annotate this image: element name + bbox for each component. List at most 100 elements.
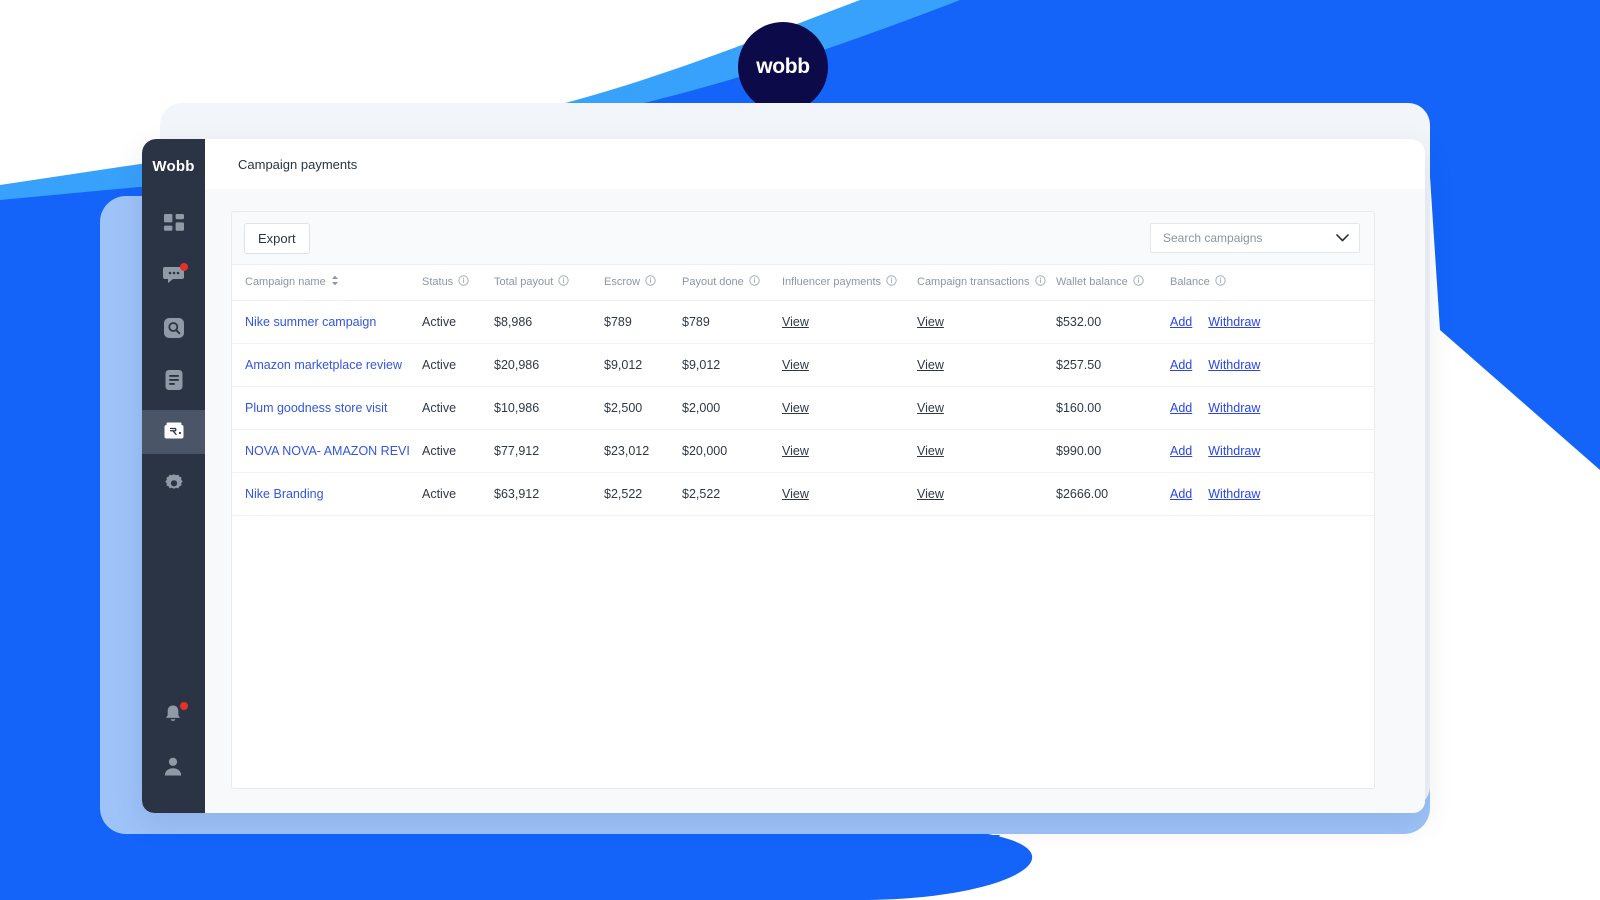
balance-withdraw-link[interactable]: Withdraw [1208,315,1260,329]
influencer-payments-view-link[interactable]: View [782,444,809,458]
column-label: Payout done [682,276,744,288]
info-icon[interactable] [886,275,897,289]
chevron-down-icon [1336,229,1349,247]
column-header-influencer-payments: Influencer payments [782,265,917,301]
info-icon[interactable] [645,275,656,289]
bell-icon [163,704,185,726]
campaign-transactions-view-link[interactable]: View [917,315,944,329]
column-label: Wallet balance [1056,276,1128,288]
sidebar-item-dashboard[interactable] [142,202,205,246]
info-icon[interactable] [558,275,569,289]
search-campaigns-dropdown[interactable] [1150,223,1360,253]
column-header-campaign-name[interactable]: Campaign name [232,265,422,301]
campaign-payments-panel: Export [231,211,1375,789]
info-icon[interactable] [749,275,760,289]
balance-withdraw-link[interactable]: Withdraw [1208,444,1260,458]
sidebar-item-profile[interactable] [142,745,205,789]
influencer-payments-view-link[interactable]: View [782,487,809,501]
column-header-payout-done: Payout done [682,265,782,301]
table-row: Nike Branding Active $63,912 $2,522 $2,5… [232,473,1374,516]
table-row: NOVA NOVA- AMAZON REVI Active $77,912 $2… [232,430,1374,473]
status-cell: Active [422,301,494,344]
campaign-transactions-view-link[interactable]: View [917,401,944,415]
sidebar-item-discover[interactable] [142,306,205,350]
column-header-total-payout: Total payout [494,265,604,301]
campaign-name-link[interactable]: Plum goodness store visit [245,401,387,415]
column-label: Status [422,276,453,288]
balance-withdraw-link[interactable]: Withdraw [1208,401,1260,415]
sidebar-wordmark: Wobb [152,158,194,175]
balance-withdraw-link[interactable]: Withdraw [1208,487,1260,501]
balance-add-link[interactable]: Add [1170,315,1192,329]
sidebar-item-payments[interactable] [142,410,205,454]
sidebar: Wobb [142,139,205,813]
sidebar-item-messages[interactable] [142,254,205,298]
influencer-payments-view-link[interactable]: View [782,401,809,415]
influencer-payments-view-link[interactable]: View [782,358,809,372]
status-cell: Active [422,344,494,387]
table-header-row: Campaign name Status [232,265,1374,301]
main-area: Campaign payments Export [205,139,1425,813]
wallet-balance-cell: $160.00 [1056,387,1170,430]
campaign-name-link[interactable]: NOVA NOVA- AMAZON REVI [245,444,410,458]
column-label: Campaign name [245,276,326,288]
table-toolbar: Export [232,212,1374,265]
chat-icon [163,265,185,287]
table-row: Amazon marketplace review Active $20,986… [232,344,1374,387]
influencer-payments-view-link[interactable]: View [782,315,809,329]
status-cell: Active [422,473,494,516]
info-icon[interactable] [1133,275,1144,289]
sort-icon[interactable] [331,275,339,289]
campaign-name-link[interactable]: Amazon marketplace review [245,358,402,372]
payout-done-cell: $2,522 [682,473,782,516]
table-row: Plum goodness store visit Active $10,986… [232,387,1374,430]
campaign-transactions-view-link[interactable]: View [917,444,944,458]
column-header-balance: Balance [1170,265,1374,301]
notifications-badge-dot [180,702,188,710]
wobb-logo-text: wobb [756,55,810,79]
campaign-payments-table: Campaign name Status [232,265,1374,516]
column-label: Influencer payments [782,276,881,288]
sidebar-item-notifications[interactable] [142,693,205,737]
campaign-name-link[interactable]: Nike summer campaign [245,315,376,329]
wallet-balance-cell: $2666.00 [1056,473,1170,516]
column-header-status: Status [422,265,494,301]
escrow-cell: $23,012 [604,430,682,473]
escrow-cell: $2,522 [604,473,682,516]
campaign-transactions-view-link[interactable]: View [917,358,944,372]
column-header-campaign-transactions: Campaign transactions [917,265,1056,301]
status-cell: Active [422,387,494,430]
export-button[interactable]: Export [244,223,310,254]
campaign-name-link[interactable]: Nike Branding [245,487,324,501]
info-icon[interactable] [1035,275,1046,289]
info-icon[interactable] [458,275,469,289]
wallet-balance-cell: $990.00 [1056,430,1170,473]
payout-done-cell: $20,000 [682,430,782,473]
total-payout-cell: $20,986 [494,344,604,387]
wallet-balance-cell: $257.50 [1056,344,1170,387]
total-payout-cell: $8,986 [494,301,604,344]
balance-withdraw-link[interactable]: Withdraw [1208,358,1260,372]
campaign-transactions-view-link[interactable]: View [917,487,944,501]
column-label: Campaign transactions [917,276,1030,288]
balance-add-link[interactable]: Add [1170,487,1192,501]
content-area: Export [205,189,1425,813]
balance-add-link[interactable]: Add [1170,401,1192,415]
topbar: Campaign payments [205,139,1425,189]
table-body: Nike summer campaign Active $8,986 $789 … [232,301,1374,516]
sidebar-item-reports[interactable] [142,358,205,402]
search-input[interactable] [1163,231,1330,245]
app-window: Wobb [142,139,1425,813]
wallet-balance-cell: $532.00 [1056,301,1170,344]
page-title: Campaign payments [238,157,357,172]
sidebar-nav-top [142,202,205,506]
document-icon [163,369,185,391]
table-header: Campaign name Status [232,265,1374,301]
info-icon[interactable] [1215,275,1226,289]
balance-add-link[interactable]: Add [1170,444,1192,458]
sidebar-nav-bottom [142,693,205,789]
balance-add-link[interactable]: Add [1170,358,1192,372]
sidebar-item-settings[interactable] [142,462,205,506]
column-label: Balance [1170,276,1210,288]
status-cell: Active [422,430,494,473]
